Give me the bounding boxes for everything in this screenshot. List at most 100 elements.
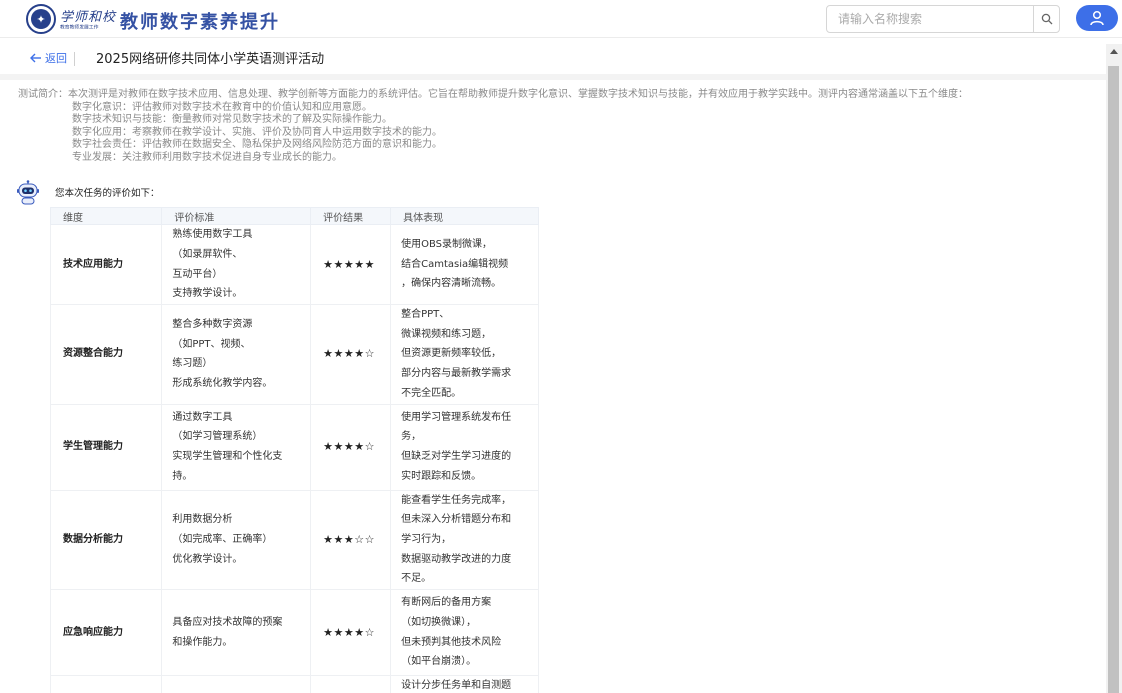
performance-cell: 有断网后的备用方案 （如切换微课）， 但未预判其他技术风险 （如平台崩溃）。 [390, 589, 539, 677]
dimension-cell: 学生管理能力 [49, 403, 163, 491]
performance-line: （如切换微课）， [401, 616, 477, 628]
criteria-line: 利用数据分析 [172, 514, 233, 526]
criteria-line: 通过数字工具 [172, 411, 233, 423]
criteria-cell: 通过数字工具 （如学习管理系统） 实现学生管理和个性化支 持。 [161, 403, 312, 491]
performance-line: 但缺乏对学生学习进度的 [401, 451, 512, 463]
criteria-line: 整合多种数字资源 [172, 318, 253, 330]
evaluation-table: 维度 评价标准 评价结果 具体表现 技术应用能力 熟练使用数字工具 （如录屏软件、互… [49, 207, 539, 693]
rating-stars: ★★★★★ [310, 224, 392, 305]
divider [74, 52, 75, 66]
top-header: ✦ 学师和校 教育教师发展工作 教师数字素养提升 [0, 0, 1122, 38]
criteria-cell: 利用数据分析 （如完成率、正确率） 优化教学设计。 [161, 489, 312, 591]
dimension-cell: 技术应用能力 [49, 224, 163, 305]
criteria-line: （如学习管理系统） [172, 431, 263, 443]
dimension-cell: 资源整合能力 [49, 304, 163, 405]
rating-stars: ★★★★☆ [310, 403, 392, 491]
table-row: 学生管理能力 通过数字工具 （如学习管理系统） 实现学生管理和个性化支 持。 ★★★★☆ 使… [49, 403, 539, 491]
intro-dimension: 数字技术知识与技能：衡量教师对常见数字技术的了解及实际操作能力。 [72, 114, 392, 126]
performance-cell: 设计分步任务单和自测题 [390, 675, 539, 693]
table-body: 技术应用能力 熟练使用数字工具 （如录屏软件、 互动平台） 支持教学设计。 ★★★★★ 使用… [49, 224, 539, 693]
performance-line: 不完全匹配。 [401, 387, 462, 399]
criteria-cell: 整合多种数字资源 （如PPT、视频、 练习题） 形成系统化教学内容。 [161, 304, 312, 405]
performance-line: ，确保内容清晰流畅。 [401, 278, 502, 290]
table-header-row: 维度 评价标准 评价结果 具体表现 [49, 207, 539, 225]
criteria-cell: 具备应对技术故障的预案 和操作能力。 [161, 589, 312, 677]
back-label: 返回 [45, 52, 67, 65]
rating-stars [310, 675, 392, 693]
search-icon [1041, 13, 1052, 25]
column-header: 评价结果 [310, 207, 392, 225]
criteria-line: 持。 [172, 470, 193, 482]
performance-cell: 使用学习管理系统发布任 务， 但缺乏对学生学习进度的 实时跟踪和反馈。 [390, 403, 539, 491]
dimension-cell: 数据分析能力 [49, 489, 163, 591]
performance-line: 设计分步任务单和自测题 [401, 680, 512, 692]
criteria-line: （如录屏软件、 [172, 248, 243, 260]
section-divider [0, 74, 1106, 80]
criteria-line: 实现学生管理和个性化支 [172, 451, 283, 463]
performance-line: 使用学习管理系统发布任 [401, 411, 512, 423]
performance-line: 数据驱动教学改进的力度 [401, 553, 512, 565]
sub-header: 返回 2025网络研修共同体小学英语测评活动 [0, 44, 1106, 72]
evaluation-title: 您本次任务的评价如下： [55, 188, 160, 199]
test-intro: 测试简介：本次测评是对教师在数字技术应用、信息处理、教学创新等方面能力的系统评估… [18, 89, 1103, 165]
criteria-line: 支持教学设计。 [172, 288, 243, 300]
criteria-line: 和操作能力。 [172, 636, 233, 648]
performance-line: 结合Camtasia编辑视频 [401, 258, 509, 270]
performance-line: 部分内容与最新教学需求 [401, 368, 512, 380]
performance-line: 能查看学生任务完成率， [401, 494, 512, 506]
brand-subtitle: 教育教师发展工作 [60, 24, 99, 31]
search-box [826, 5, 1060, 33]
criteria-line: 优化教学设计。 [172, 553, 243, 565]
performance-cell: 使用OBS录制微课， 结合Camtasia编辑视频 ，确保内容清晰流畅。 [390, 224, 539, 305]
scrollbar[interactable] [1106, 44, 1122, 693]
performance-line: 但未深入分析错题分布和 [401, 514, 512, 526]
table-row: 应急响应能力 具备应对技术故障的预案 和操作能力。 ★★★★☆ 有断网后的备用方案 （如切… [49, 589, 539, 677]
dimension-cell [49, 675, 163, 693]
criteria-line: （如PPT、视频、 [172, 338, 251, 350]
performance-cell: 整合PPT、 微课视频和练习题， 但资源更新频率较低， 部分内容与最新教学需求 不完全匹… [390, 304, 539, 405]
performance-line: 学习行为， [401, 533, 452, 545]
criteria-line: 熟练使用数字工具 [172, 229, 253, 241]
dimension-cell: 应急响应能力 [49, 589, 163, 677]
criteria-line: 具备应对技术故障的预案 [172, 616, 283, 628]
rating-stars: ★★★☆☆ [310, 489, 392, 591]
criteria-cell: 通过数字工具 [161, 675, 312, 693]
intro-dimension: 数字化应用：考察教师在教学设计、实施、评价及协同育人中运用数字技术的能力。 [72, 126, 442, 138]
performance-line: 务， [401, 431, 422, 443]
site-logo[interactable]: ✦ [26, 4, 56, 34]
intro-dimension: 数字化意识：评估教师对数字技术在教育中的价值认知和应用意愿。 [72, 101, 372, 113]
table-row: 技术应用能力 熟练使用数字工具 （如录屏软件、 互动平台） 支持教学设计。 ★★★★★ 使用… [49, 224, 539, 305]
performance-line: 实时跟踪和反馈。 [401, 470, 482, 482]
criteria-line: 练习题） [172, 358, 213, 370]
column-header: 评价标准 [161, 207, 312, 225]
performance-line: （如平台崩溃）。 [401, 656, 477, 668]
intro-dimension: 数字社会责任：评估教师在数据安全、隐私保护及网络风险防范方面的意识和能力。 [72, 139, 442, 151]
performance-line: 但资源更新频率较低， [401, 348, 502, 360]
performance-line: 但未预判其他技术风险 [401, 636, 502, 648]
criteria-cell: 熟练使用数字工具 （如录屏软件、 互动平台） 支持教学设计。 [161, 224, 312, 305]
user-button[interactable] [1076, 5, 1118, 31]
performance-line: 使用OBS录制微课， [401, 238, 493, 250]
arrow-left-icon [30, 53, 41, 63]
logo-icon: ✦ [31, 9, 51, 29]
intro-text: 测试简介：本次测评是对教师在数字技术应用、信息处理、教学创新等方面能力的系统评估… [18, 89, 968, 100]
performance-line: 有断网后的备用方案 [401, 597, 492, 609]
column-header: 具体表现 [390, 207, 539, 225]
back-link[interactable]: 返回 [30, 50, 67, 66]
intro-dimension: 专业发展：关注教师利用数字技术促进自身专业成长的能力。 [72, 151, 342, 163]
scroll-up-arrow-icon[interactable] [1110, 49, 1118, 54]
column-header: 维度 [49, 207, 163, 225]
user-icon [1090, 10, 1104, 26]
search-button[interactable] [1033, 6, 1059, 32]
criteria-line: （如完成率、正确率） [172, 533, 273, 545]
activity-title: 2025网络研修共同体小学英语测评活动 [96, 52, 325, 67]
scroll-thumb[interactable] [1108, 66, 1119, 693]
table-row: 数据分析能力 利用数据分析 （如完成率、正确率） 优化教学设计。 ★★★☆☆ 能查看学生任… [49, 489, 539, 591]
performance-cell: 能查看学生任务完成率， 但未深入分析错题分布和 学习行为， 数据驱动教学改进的力度 不足… [390, 489, 539, 591]
rating-stars: ★★★★☆ [310, 589, 392, 677]
table-row: 资源整合能力 整合多种数字资源 （如PPT、视频、 练习题） 形成系统化教学内容。 ★★★… [49, 304, 539, 405]
rating-stars: ★★★★☆ [310, 304, 392, 405]
criteria-line: 形成系统化教学内容。 [172, 377, 273, 389]
search-input[interactable] [828, 7, 1034, 31]
criteria-line [172, 676, 300, 693]
